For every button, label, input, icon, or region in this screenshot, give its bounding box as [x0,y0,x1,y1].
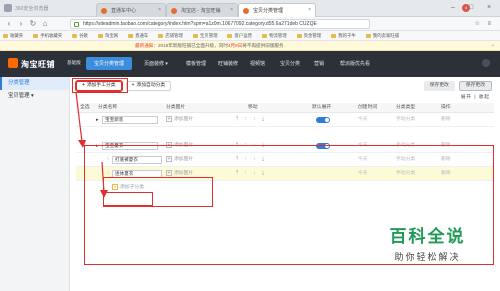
maximize-icon[interactable]: □ [464,3,478,13]
version-label: 基础版 [67,60,81,65]
delete-link[interactable]: 删除 [441,113,451,127]
notice-text: 2018年新版旺铺已全面升级，同时 [157,43,228,48]
nav-item-category[interactable]: 宝贝分类管理 [86,57,133,70]
default-expand-toggle[interactable] [316,117,330,123]
annotation-arrow-icon [75,91,86,148]
close-icon[interactable]: × [308,7,311,13]
annotation-arrow-icon [100,161,108,198]
header-type: 分类类型 [396,105,416,110]
row-spacer [76,127,494,139]
bookmark-item[interactable]: 店铺管理 [158,31,183,40]
notice-date: 4月8日 [227,43,243,48]
header-action: 操作 [441,105,451,110]
app-logo[interactable]: 淘宝旺铺 [8,58,55,70]
watermark-subtitle: 助你轻松解决 [394,252,461,262]
divider: | [474,94,477,99]
table-row: ▸ 宝宝新装 + 添加图片 ⤒ ↑ ↓ ⤓ 今天 手动分类 删除 [76,113,494,127]
header-created: 创建时间 [358,105,378,110]
header-move: 移动 [248,105,258,110]
plus-icon: + [131,83,135,88]
bookmark-item[interactable]: 直通车 [128,31,148,40]
bookmark-item[interactable]: 客户运营 [227,31,252,40]
nav-item-page-decor[interactable]: 页面装修 ▾ [144,60,168,67]
header-name: 分类名称 [98,105,118,110]
close-icon[interactable]: × [230,7,233,13]
add-auto-category-button[interactable]: + 添加自动分类 [125,81,172,91]
minimize-icon[interactable]: – [446,3,460,13]
bookmark-item[interactable]: 谷歌 [72,31,88,40]
taobao-tab-icon [243,8,249,14]
bookmark-item[interactable]: 收藏夹 [3,31,23,40]
app-navbar: 淘宝旺铺 基础版 宝贝分类管理 页面装修 ▾ 模板管理 旺铺装修 视频馆 宝贝分… [0,51,500,77]
browser-titlebar: 360安全浏览器 直通车中心 × 淘宝店 - 淘宝旺铺 × 宝贝分类管理 × 4… [0,0,500,17]
expand-collapse: 展开 | 收起 [461,94,490,100]
window-controls: – □ × [446,3,496,13]
url-input[interactable]: https://siteadmin.taobao.com/category/in… [70,19,370,29]
nav-item-template[interactable]: 模板管理 [186,60,206,67]
save-changes-button[interactable]: 保存更改 [423,81,455,91]
created-time: 今天 [358,117,368,122]
plus-icon: + [166,116,172,122]
notice-banner: 最新通知：2018年新版旺铺已全面升级，同时4月8日将不再提供旧版服务 × [0,41,500,51]
lock-icon [74,22,79,27]
watermark: 百科全说 助你轻松解决 [365,222,490,282]
tab-shop-store[interactable]: 淘宝店 - 淘宝旺铺 × [166,3,238,17]
refresh-icon[interactable]: ↻ [28,19,38,29]
nav-item-goods-category[interactable]: 宝贝分类 [280,60,300,67]
bookmark-item[interactable]: 手机收藏夹 [33,31,62,40]
close-icon[interactable]: × [491,41,494,51]
move-controls[interactable]: ⤒ ↑ ↓ ⤓ [236,113,267,127]
bookmarks-bar: 收藏夹 手机收藏夹 谷歌 淘宝网 直通车 店铺管理 宝贝管理 客户运营 物流管理… [0,31,500,41]
browser-menu-icon[interactable]: ☆ ≡ [474,20,494,27]
sidebar-item-category[interactable]: 分类管理 [0,77,69,90]
add-image-link[interactable]: + 添加图片 [166,113,193,127]
nav-item-priority[interactable]: 帮派版优先看 [340,60,370,67]
tab-direct-train[interactable]: 直通车中心 × [96,3,166,17]
nav-item-video[interactable]: 视频馆 [250,60,265,67]
collapse-link[interactable]: 收起 [479,94,490,99]
user-avatar[interactable] [482,59,490,67]
save-preview-button[interactable]: 保存更改 [458,81,492,91]
category-type: 手动分类 [396,117,416,122]
watermark-title: 百科全说 [389,227,466,246]
expand-caret-icon[interactable]: ▸ [96,113,99,127]
forward-icon[interactable]: › [16,19,26,29]
nav-item-shop-decor[interactable]: 旺铺装修 [218,60,238,67]
taobao-logo-icon [8,58,18,68]
annotation-box-subcategory-input [103,192,153,206]
header-default-expand: 默认展开 [312,105,332,110]
tab-category-manage[interactable]: 宝贝分类管理 × [238,3,316,17]
taobao-tab-icon [171,8,177,14]
close-window-icon[interactable]: × [482,3,496,13]
notice-prefix: 最新通知： [135,43,158,48]
notice-suffix: 将不再提供旧版服务 [242,43,284,48]
table-header: 全选 分类名称 分类图片 移动 默认展开 创建时间 分类类型 操作 [76,103,494,113]
taobao-tab-icon [101,8,107,14]
address-bar: ‹ › ↻ ⌂ https://siteadmin.taobao.com/cat… [0,17,500,31]
expand-link[interactable]: 展开 [461,94,472,99]
browser-title: 360安全浏览器 [15,6,49,12]
home-icon[interactable]: ⌂ [40,19,50,29]
sidebar-item-goods[interactable]: 宝贝管理 ▾ [0,90,69,103]
bookmark-item[interactable]: 我的卖家旺铺 [366,31,399,40]
back-icon[interactable]: ‹ [4,19,14,29]
browser-logo-icon [4,4,12,12]
sidebar: 分类管理 宝贝管理 ▾ [0,77,70,291]
category-name-input[interactable]: 宝宝新装 [102,116,158,124]
bookmark-item[interactable]: 宝贝管理 [193,31,218,40]
bookmark-item[interactable]: 淘宝网 [98,31,118,40]
bookmark-item[interactable]: 资金管理 [297,31,322,40]
close-icon[interactable]: × [158,7,161,13]
header-image: 分类图片 [166,105,186,110]
save-actions: 保存更改 保存更改 [423,81,492,91]
bookmark-item[interactable]: 我的千牛 [331,31,356,40]
bookmark-item[interactable]: 物流管理 [262,31,287,40]
nav-item-marketing[interactable]: 营销 [314,60,324,67]
